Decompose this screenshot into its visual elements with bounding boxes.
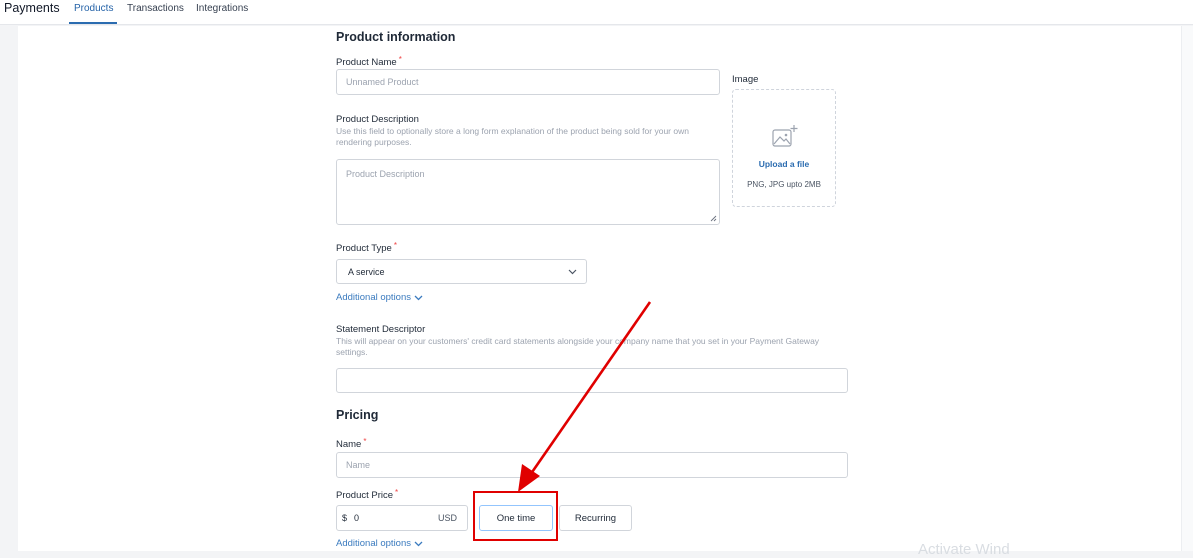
currency-code: USD (437, 513, 457, 523)
upload-file-link[interactable]: Upload a file (733, 159, 835, 169)
required-marker: * (395, 488, 399, 497)
product-name-placeholder: Unnamed Product (346, 77, 419, 87)
active-tab-indicator (69, 22, 117, 24)
required-marker: * (363, 437, 367, 446)
annotation-arrow-icon (518, 301, 652, 492)
tab-transactions[interactable]: Transactions (127, 3, 184, 14)
product-name-input[interactable]: Unnamed Product (336, 69, 720, 95)
tab-integrations[interactable]: Integrations (196, 3, 248, 14)
additional-options-link[interactable]: Additional options (336, 292, 423, 303)
add-image-icon (771, 124, 799, 155)
product-type-value: A service (348, 266, 385, 277)
statement-descriptor-label: Statement Descriptor (336, 324, 426, 335)
top-nav-bar: Payments Products Transactions Integrati… (0, 0, 1193, 25)
chevron-down-icon (414, 295, 423, 300)
product-description-label: Product Description (336, 114, 419, 125)
product-type-select[interactable]: A service (336, 259, 587, 284)
product-info-title: Product information (336, 30, 456, 44)
app-title: Payments (4, 1, 60, 15)
product-type-label: Product Type * (336, 241, 397, 254)
product-description-help: Use this field to optionally store a lon… (336, 126, 689, 147)
pricing-title: Pricing (336, 408, 379, 422)
product-name-label: Product Name * (336, 55, 402, 68)
currency-symbol: $ (342, 513, 348, 523)
image-label: Image (732, 74, 759, 85)
image-upload-dropzone[interactable]: Upload a file PNG, JPG upto 2MB (732, 89, 836, 207)
chevron-down-icon (568, 269, 577, 275)
required-marker: * (398, 55, 402, 64)
price-value: 0 (354, 513, 360, 523)
product-price-input[interactable]: $ 0 USD (336, 505, 468, 531)
price-name-placeholder: Name (346, 460, 371, 470)
activation-watermark: Activate Wind (918, 541, 1010, 558)
upload-hint: PNG, JPG upto 2MB (747, 180, 821, 189)
resize-handle-icon[interactable] (710, 215, 717, 222)
product-description-textarea[interactable]: Product Description (336, 159, 720, 225)
product-price-label: Product Price * (336, 488, 399, 501)
recurring-button[interactable]: Recurring (559, 505, 632, 531)
scrollbar[interactable] (1181, 26, 1193, 551)
annotation-highlight-box (473, 491, 558, 541)
pricing-additional-options-link[interactable]: Additional options (336, 538, 423, 549)
tab-products[interactable]: Products (74, 3, 113, 14)
product-description-placeholder: Product Description (346, 169, 425, 179)
chevron-down-icon (414, 541, 423, 546)
required-marker: * (393, 241, 397, 250)
price-name-label: Name * (336, 437, 367, 450)
